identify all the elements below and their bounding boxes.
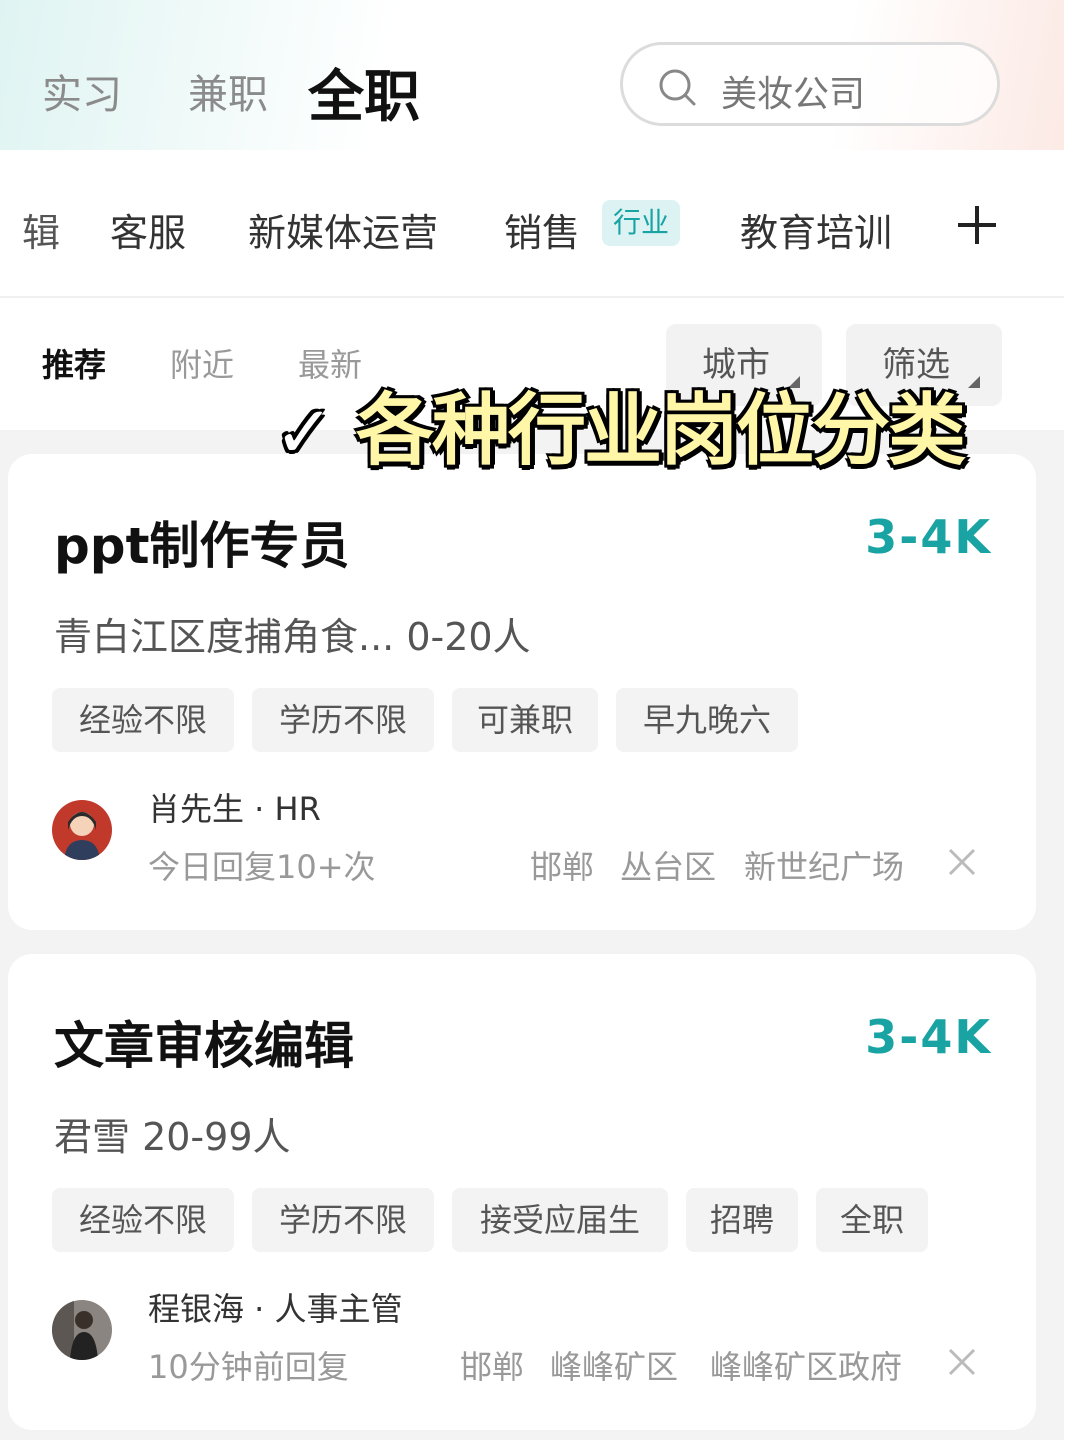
tab-full-time[interactable]: 全职 [308, 52, 420, 133]
scroll-edge [1064, 0, 1080, 1440]
search-input[interactable]: 美妆公司 [620, 42, 1000, 126]
search-placeholder: 美妆公司 [721, 74, 866, 115]
job-tag: 接受应届生 [452, 1188, 668, 1252]
reply-status: 今日回复10+次 [148, 848, 376, 886]
location-district: 丛台区 [620, 848, 717, 886]
search-icon [659, 69, 696, 106]
job-card[interactable]: ppt制作专员 3-4K 青白江区度捕角食... 0-20人 经验不限 学历不限… [8, 454, 1036, 930]
sort-latest[interactable]: 最新 [298, 340, 362, 386]
job-salary: 3-4K [865, 510, 992, 564]
job-tag: 经验不限 [52, 688, 234, 752]
job-tag: 学历不限 [252, 688, 434, 752]
location-city: 邯郸 [530, 848, 595, 886]
job-title: ppt制作专员 [54, 517, 350, 575]
job-tag: 可兼职 [452, 688, 598, 752]
location-area: 新世纪广场 [744, 848, 905, 886]
close-icon[interactable] [946, 1346, 978, 1378]
job-tag: 经验不限 [52, 1188, 234, 1252]
avatar [52, 1300, 112, 1360]
job-tag: 早九晚六 [616, 688, 798, 752]
job-tag: 学历不限 [252, 1188, 434, 1252]
category-customer-service[interactable]: 客服 [110, 202, 186, 257]
tab-part-time[interactable]: 兼职 [188, 62, 268, 120]
hr-name: 程银海 · 人事主管 [148, 1290, 403, 1328]
category-sales[interactable]: 销售 [504, 202, 580, 257]
add-category-icon[interactable] [956, 204, 998, 246]
category-partial[interactable]: 辑 [22, 202, 60, 257]
job-salary: 3-4K [865, 1010, 992, 1064]
job-card[interactable]: 文章审核编辑 3-4K 君雪 20-99人 经验不限 学历不限 接受应届生 招聘… [8, 954, 1036, 1430]
category-new-media[interactable]: 新媒体运营 [248, 202, 438, 257]
job-title: 文章审核编辑 [54, 1017, 354, 1075]
location-district: 峰峰矿区 [550, 1348, 679, 1386]
divider [0, 296, 1064, 298]
hr-name: 肖先生 · HR [148, 790, 321, 828]
location-city: 邯郸 [460, 1348, 525, 1386]
sort-recommended[interactable]: 推荐 [42, 340, 106, 386]
dropdown-icon [968, 376, 980, 388]
job-tag: 招聘 [686, 1188, 798, 1252]
industry-badge: 行业 [602, 200, 680, 246]
avatar [52, 800, 112, 860]
sort-nearby[interactable]: 附近 [170, 340, 234, 386]
company-info: 君雪 20-99人 [54, 1115, 291, 1159]
reply-status: 10分钟前回复 [148, 1348, 349, 1386]
company-info: 青白江区度捕角食... 0-20人 [54, 615, 531, 659]
checkmark-icon: ✓ [274, 390, 335, 474]
job-tag: 全职 [816, 1188, 928, 1252]
category-education[interactable]: 教育培训 [740, 202, 892, 257]
overlay-caption: 各种行业岗位分类 [356, 386, 966, 476]
close-icon[interactable] [946, 846, 978, 878]
tab-internship[interactable]: 实习 [42, 62, 122, 120]
location-area: 峰峰矿区政府 [710, 1348, 903, 1386]
